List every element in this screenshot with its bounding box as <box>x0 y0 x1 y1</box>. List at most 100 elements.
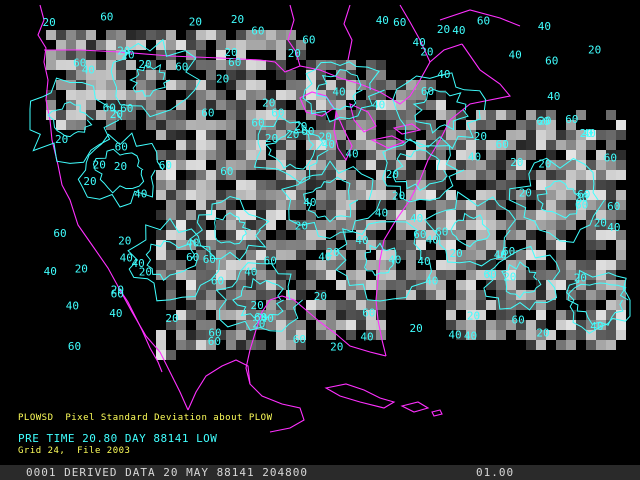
pixel-cell <box>216 240 226 250</box>
pixel-cell <box>196 40 206 50</box>
pixel-cell <box>286 250 296 260</box>
pixel-cell <box>66 90 76 100</box>
pixel-cell <box>466 300 476 310</box>
pixel-cell <box>246 160 256 170</box>
status-frame-info: 0001 DERIVED DATA 20 MAY 88141 204800 <box>26 466 309 479</box>
pixel-cell <box>296 320 306 330</box>
pixel-cell <box>576 160 586 170</box>
pixel-cell <box>336 310 346 320</box>
pixel-cell <box>246 40 256 50</box>
pixel-cell <box>476 120 486 130</box>
pixel-cell <box>276 120 286 130</box>
pixel-cell <box>356 160 366 170</box>
pixel-cell <box>586 170 596 180</box>
pixel-cell <box>476 210 486 220</box>
map-display: 40 60 60 60 20 20 60 60 20 60 40 20 20 60 20 20 60 40 60 60… <box>0 0 640 480</box>
pixel-cell <box>286 150 296 160</box>
contour-level-label: 20 <box>121 49 134 62</box>
pixel-cell <box>216 60 226 70</box>
contour-level-label: 20 <box>265 132 278 145</box>
pixel-cell <box>246 150 256 160</box>
pixel-cell <box>356 320 366 330</box>
pixel-cell <box>556 310 566 320</box>
pixel-cell <box>366 150 376 160</box>
pixel-cell <box>596 260 606 270</box>
contour-level-label: 20 <box>437 23 450 36</box>
pixel-cell <box>296 240 306 250</box>
pixel-cell <box>186 30 196 40</box>
pixel-cell <box>176 240 186 250</box>
pixel-cell <box>396 270 406 280</box>
pixel-cell <box>366 70 376 80</box>
pixel-cell <box>106 60 116 70</box>
contour-level-label: 60 <box>604 151 617 164</box>
contour-level-label: 20 <box>410 322 423 335</box>
pixel-cell <box>216 220 226 230</box>
contour-level-label: 20 <box>114 160 127 173</box>
pixel-cell <box>616 130 626 140</box>
pixel-cell <box>96 40 106 50</box>
pixel-cell <box>296 250 306 260</box>
pixel-cell <box>556 250 566 260</box>
pixel-cell <box>276 50 286 60</box>
pixel-cell <box>226 220 236 230</box>
contour-level-label: 40 <box>509 48 522 61</box>
pixel-cell <box>446 310 456 320</box>
pixel-cell <box>326 60 336 70</box>
pixel-cell <box>366 130 376 140</box>
pixel-cell <box>506 170 516 180</box>
pixel-cell <box>616 160 626 170</box>
pixel-cell <box>326 320 336 330</box>
pixel-cell <box>276 150 286 160</box>
pixel-cell <box>606 190 616 200</box>
pixel-cell <box>246 100 256 110</box>
status-bar: 0001 DERIVED DATA 20 MAY 88141 204800 01… <box>0 465 640 480</box>
contour-level-label: 20 <box>216 73 229 86</box>
pixel-cell <box>486 210 496 220</box>
pixel-cell <box>206 70 216 80</box>
pixel-cell <box>466 290 476 300</box>
pixel-cell <box>426 100 436 110</box>
pixel-cell <box>176 40 186 50</box>
pixel-cell <box>516 140 526 150</box>
pixel-cell <box>236 150 246 160</box>
pixel-cell <box>266 270 276 280</box>
pixel-cell <box>186 340 196 350</box>
contour-level-label: 40 <box>120 251 133 264</box>
pixel-cell <box>356 200 366 210</box>
pixel-cell <box>186 300 196 310</box>
pixel-cell <box>316 60 326 70</box>
pixel-cell <box>396 230 406 240</box>
pixel-cell <box>156 230 166 240</box>
pixel-cell <box>596 280 606 290</box>
pixel-cell <box>576 290 586 300</box>
pixel-cell <box>336 160 346 170</box>
contour-level-label: 60 <box>264 255 277 268</box>
pixel-cell <box>186 170 196 180</box>
pixel-cell <box>466 280 476 290</box>
pixel-cell <box>156 180 166 190</box>
pixel-cell <box>226 120 236 130</box>
pixel-cell <box>526 130 536 140</box>
contour-level-label: 60 <box>496 138 509 151</box>
pixel-cell <box>566 340 576 350</box>
pixel-cell <box>556 190 566 200</box>
pixel-cell <box>186 220 196 230</box>
time-caption: PRE TIME 20.80 DAY 88141 LOW <box>18 432 218 445</box>
pixel-cell <box>556 280 566 290</box>
pixel-cell <box>166 120 176 130</box>
pixel-cell <box>76 90 86 100</box>
contour-level-label: 40 <box>448 328 461 341</box>
contour-level-label: 40 <box>244 265 257 278</box>
pixel-cell <box>316 240 326 250</box>
pixel-cell <box>226 310 236 320</box>
pixel-cell <box>146 80 156 90</box>
pixel-cell <box>536 290 546 300</box>
pixel-cell <box>196 320 206 330</box>
pixel-cell <box>466 270 476 280</box>
pixel-cell <box>156 100 166 110</box>
pixel-cell <box>76 40 86 50</box>
pixel-cell <box>516 130 526 140</box>
pixel-cell <box>316 220 326 230</box>
pixel-cell <box>176 150 186 160</box>
